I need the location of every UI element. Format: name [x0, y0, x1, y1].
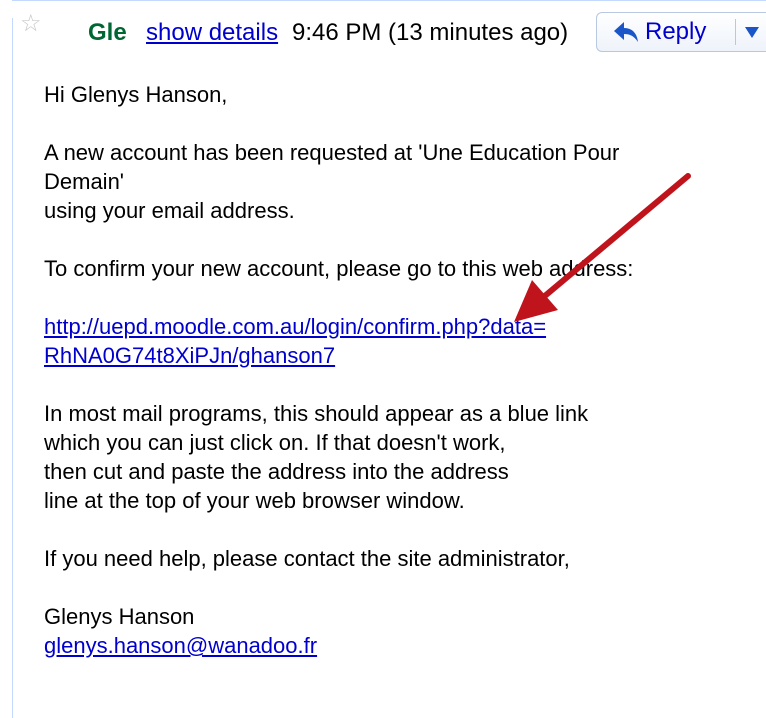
signature-name: Glenys Hanson: [44, 604, 195, 629]
message-header: ☆ Gle show details 9:46 PM (13 minutes a…: [0, 0, 766, 66]
star-icon[interactable]: ☆: [20, 12, 42, 36]
text-line: then cut and paste the address into the …: [44, 459, 509, 484]
text-line: using your email address.: [44, 198, 295, 223]
email-message: ☆ Gle show details 9:46 PM (13 minutes a…: [0, 0, 766, 718]
confirm-link-line-1[interactable]: http://uepd.moodle.com.au/login/confirm.…: [44, 312, 754, 341]
reply-button-group: Reply: [596, 12, 766, 52]
reply-button[interactable]: Reply: [597, 13, 735, 51]
signature-email-link[interactable]: glenys.hanson@wanadoo.fr: [44, 631, 754, 660]
message-body: Hi Glenys Hanson, A new account has been…: [44, 80, 754, 660]
triangle-down-icon: [745, 27, 759, 38]
sender-name[interactable]: Gle: [88, 18, 127, 48]
contact-paragraph: If you need help, please contact the sit…: [44, 544, 754, 573]
show-details-link[interactable]: show details: [146, 18, 278, 48]
message-timestamp: 9:46 PM (13 minutes ago): [292, 19, 569, 46]
greeting-line: Hi Glenys Hanson,: [44, 82, 228, 107]
text-line: line at the top of your web browser wind…: [44, 488, 465, 513]
text-line: If you need help, please contact the sit…: [44, 546, 570, 571]
reply-label: Reply: [645, 18, 707, 45]
reply-separator: [735, 19, 736, 45]
confirm-link-paragraph: http://uepd.moodle.com.au/login/confirm.…: [44, 312, 754, 370]
signature: Glenys Hanson glenys.hanson@wanadoo.fr: [44, 602, 754, 660]
confirm-instruction: To confirm your new account, please go t…: [44, 254, 754, 283]
help-paragraph: In most mail programs, this should appea…: [44, 399, 754, 515]
text-line: To confirm your new account, please go t…: [44, 256, 634, 281]
confirm-link-line-2[interactable]: RhNA0G74t8XiPJn/ghanson7: [44, 341, 754, 370]
text-line: A new account has been requested at 'Une…: [44, 140, 620, 165]
text-line: Demain': [44, 169, 125, 194]
request-paragraph: A new account has been requested at 'Une…: [44, 138, 754, 225]
text-line: which you can just click on. If that doe…: [44, 430, 506, 455]
reply-options-dropdown[interactable]: [737, 13, 766, 51]
reply-arrow-icon: [614, 22, 638, 42]
greeting: Hi Glenys Hanson,: [44, 80, 754, 109]
text-line: In most mail programs, this should appea…: [44, 401, 589, 426]
message-left-border: [12, 18, 13, 718]
